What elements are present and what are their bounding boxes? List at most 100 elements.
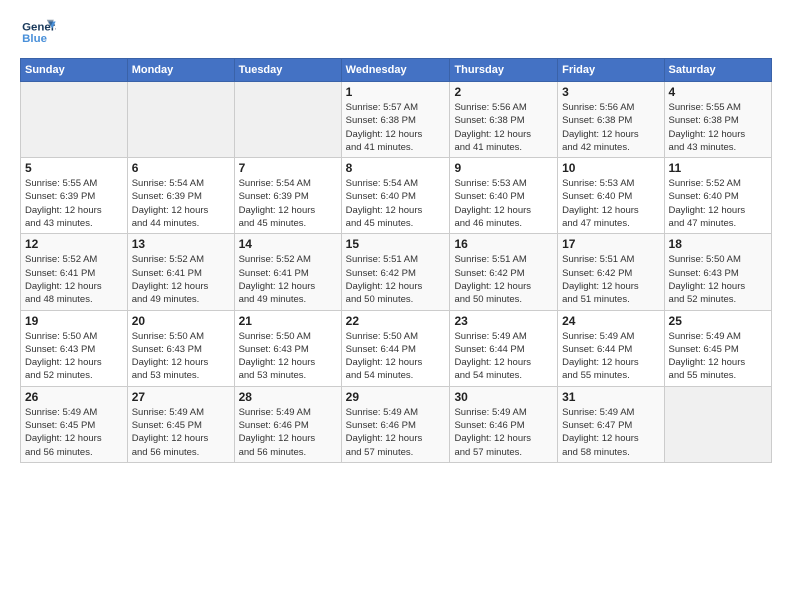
day-number: 11 xyxy=(669,161,767,175)
day-number: 29 xyxy=(346,390,446,404)
day-info: Sunrise: 5:50 AMSunset: 6:43 PMDaylight:… xyxy=(239,330,337,383)
calendar-cell: 15 Sunrise: 5:51 AMSunset: 6:42 PMDayligh… xyxy=(341,234,450,310)
day-info: Sunrise: 5:53 AMSunset: 6:40 PMDaylight:… xyxy=(562,177,659,230)
calendar-cell: 8 Sunrise: 5:54 AMSunset: 6:40 PMDaylight… xyxy=(341,158,450,234)
calendar-cell xyxy=(21,82,128,158)
day-info: Sunrise: 5:54 AMSunset: 6:39 PMDaylight:… xyxy=(132,177,230,230)
page: General Blue SundayMondayTuesdayWednesda… xyxy=(0,0,792,612)
calendar-cell: 31Sunrise: 5:49 AMSunset: 6:47 PMDayligh… xyxy=(558,386,664,462)
day-info: Sunrise: 5:52 AMSunset: 6:41 PMDaylight:… xyxy=(25,253,123,306)
day-info: Sunrise: 5:49 AMSunset: 6:47 PMDaylight:… xyxy=(562,406,659,459)
calendar-cell: 14 Sunrise: 5:52 AMSunset: 6:41 PMDayligh… xyxy=(234,234,341,310)
day-info: Sunrise: 5:49 AMSunset: 6:45 PMDaylight:… xyxy=(669,330,767,383)
day-number: 22 xyxy=(346,314,446,328)
calendar-cell xyxy=(127,82,234,158)
calendar-cell: 28Sunrise: 5:49 AMSunset: 6:46 PMDayligh… xyxy=(234,386,341,462)
calendar-cell: 1 Sunrise: 5:57 AMSunset: 6:38 PMDaylight… xyxy=(341,82,450,158)
calendar-cell: 19Sunrise: 5:50 AMSunset: 6:43 PMDayligh… xyxy=(21,310,128,386)
calendar-cell: 5 Sunrise: 5:55 AMSunset: 6:39 PMDaylight… xyxy=(21,158,128,234)
calendar-cell xyxy=(234,82,341,158)
day-info: Sunrise: 5:49 AMSunset: 6:46 PMDaylight:… xyxy=(454,406,553,459)
calendar-table: SundayMondayTuesdayWednesdayThursdayFrid… xyxy=(20,58,772,463)
calendar-cell: 12 Sunrise: 5:52 AMSunset: 6:41 PMDayligh… xyxy=(21,234,128,310)
week-row-4: 19Sunrise: 5:50 AMSunset: 6:43 PMDayligh… xyxy=(21,310,772,386)
day-info: Sunrise: 5:57 AMSunset: 6:38 PMDaylight:… xyxy=(346,101,446,154)
day-number: 9 xyxy=(454,161,553,175)
header-thursday: Thursday xyxy=(450,59,558,82)
day-number: 30 xyxy=(454,390,553,404)
day-info: Sunrise: 5:54 AMSunset: 6:39 PMDaylight:… xyxy=(239,177,337,230)
logo-icon: General Blue xyxy=(20,18,56,48)
calendar-cell: 20 Sunrise: 5:50 AMSunset: 6:43 PMDayligh… xyxy=(127,310,234,386)
day-number: 7 xyxy=(239,161,337,175)
calendar-cell: 11 Sunrise: 5:52 AMSunset: 6:40 PMDayligh… xyxy=(664,158,771,234)
day-info: Sunrise: 5:49 AMSunset: 6:45 PMDaylight:… xyxy=(132,406,230,459)
day-info: Sunrise: 5:49 AMSunset: 6:46 PMDaylight:… xyxy=(239,406,337,459)
day-number: 24 xyxy=(562,314,659,328)
header-wednesday: Wednesday xyxy=(341,59,450,82)
week-row-5: 26 Sunrise: 5:49 AMSunset: 6:45 PMDayligh… xyxy=(21,386,772,462)
day-number: 4 xyxy=(669,85,767,99)
day-number: 25 xyxy=(669,314,767,328)
day-info: Sunrise: 5:56 AMSunset: 6:38 PMDaylight:… xyxy=(562,101,659,154)
calendar-cell: 7 Sunrise: 5:54 AMSunset: 6:39 PMDaylight… xyxy=(234,158,341,234)
day-info: Sunrise: 5:52 AMSunset: 6:41 PMDaylight:… xyxy=(132,253,230,306)
calendar-cell: 18 Sunrise: 5:50 AMSunset: 6:43 PMDayligh… xyxy=(664,234,771,310)
day-number: 13 xyxy=(132,237,230,251)
logo: General Blue xyxy=(20,18,56,48)
calendar-cell: 27 Sunrise: 5:49 AMSunset: 6:45 PMDayligh… xyxy=(127,386,234,462)
day-info: Sunrise: 5:55 AMSunset: 6:38 PMDaylight:… xyxy=(669,101,767,154)
day-info: Sunrise: 5:51 AMSunset: 6:42 PMDaylight:… xyxy=(346,253,446,306)
day-number: 26 xyxy=(25,390,123,404)
calendar-cell: 22 Sunrise: 5:50 AMSunset: 6:44 PMDayligh… xyxy=(341,310,450,386)
day-info: Sunrise: 5:52 AMSunset: 6:40 PMDaylight:… xyxy=(669,177,767,230)
week-row-3: 12 Sunrise: 5:52 AMSunset: 6:41 PMDayligh… xyxy=(21,234,772,310)
calendar-cell: 17Sunrise: 5:51 AMSunset: 6:42 PMDayligh… xyxy=(558,234,664,310)
calendar-cell: 16 Sunrise: 5:51 AMSunset: 6:42 PMDayligh… xyxy=(450,234,558,310)
day-number: 5 xyxy=(25,161,123,175)
calendar-cell: 30 Sunrise: 5:49 AMSunset: 6:46 PMDayligh… xyxy=(450,386,558,462)
day-number: 20 xyxy=(132,314,230,328)
header-tuesday: Tuesday xyxy=(234,59,341,82)
day-info: Sunrise: 5:54 AMSunset: 6:40 PMDaylight:… xyxy=(346,177,446,230)
calendar-cell: 23Sunrise: 5:49 AMSunset: 6:44 PMDayligh… xyxy=(450,310,558,386)
day-number: 2 xyxy=(454,85,553,99)
day-info: Sunrise: 5:49 AMSunset: 6:44 PMDaylight:… xyxy=(562,330,659,383)
day-number: 10 xyxy=(562,161,659,175)
day-number: 17 xyxy=(562,237,659,251)
day-info: Sunrise: 5:50 AMSunset: 6:44 PMDaylight:… xyxy=(346,330,446,383)
day-info: Sunrise: 5:53 AMSunset: 6:40 PMDaylight:… xyxy=(454,177,553,230)
day-number: 18 xyxy=(669,237,767,251)
calendar-cell: 26Sunrise: 5:49 AMSunset: 6:45 PMDayligh… xyxy=(21,386,128,462)
calendar-cell: 13 Sunrise: 5:52 AMSunset: 6:41 PMDayligh… xyxy=(127,234,234,310)
calendar-cell: 9 Sunrise: 5:53 AMSunset: 6:40 PMDaylight… xyxy=(450,158,558,234)
header-row: SundayMondayTuesdayWednesdayThursdayFrid… xyxy=(21,59,772,82)
day-number: 16 xyxy=(454,237,553,251)
day-info: Sunrise: 5:51 AMSunset: 6:42 PMDaylight:… xyxy=(454,253,553,306)
calendar-cell: 24 Sunrise: 5:49 AMSunset: 6:44 PMDayligh… xyxy=(558,310,664,386)
day-number: 3 xyxy=(562,85,659,99)
header-saturday: Saturday xyxy=(664,59,771,82)
calendar-cell: 4 Sunrise: 5:55 AMSunset: 6:38 PMDaylight… xyxy=(664,82,771,158)
day-number: 1 xyxy=(346,85,446,99)
header-monday: Monday xyxy=(127,59,234,82)
day-number: 15 xyxy=(346,237,446,251)
day-info: Sunrise: 5:52 AMSunset: 6:41 PMDaylight:… xyxy=(239,253,337,306)
calendar-cell: 21 Sunrise: 5:50 AMSunset: 6:43 PMDayligh… xyxy=(234,310,341,386)
day-info: Sunrise: 5:49 AMSunset: 6:46 PMDaylight:… xyxy=(346,406,446,459)
day-number: 12 xyxy=(25,237,123,251)
day-number: 27 xyxy=(132,390,230,404)
day-number: 14 xyxy=(239,237,337,251)
header-friday: Friday xyxy=(558,59,664,82)
day-info: Sunrise: 5:55 AMSunset: 6:39 PMDaylight:… xyxy=(25,177,123,230)
calendar-cell: 6 Sunrise: 5:54 AMSunset: 6:39 PMDaylight… xyxy=(127,158,234,234)
day-info: Sunrise: 5:50 AMSunset: 6:43 PMDaylight:… xyxy=(669,253,767,306)
day-number: 8 xyxy=(346,161,446,175)
header-sunday: Sunday xyxy=(21,59,128,82)
day-number: 21 xyxy=(239,314,337,328)
day-number: 6 xyxy=(132,161,230,175)
calendar-cell: 29 Sunrise: 5:49 AMSunset: 6:46 PMDayligh… xyxy=(341,386,450,462)
day-info: Sunrise: 5:50 AMSunset: 6:43 PMDaylight:… xyxy=(132,330,230,383)
svg-text:Blue: Blue xyxy=(22,33,47,45)
day-number: 23 xyxy=(454,314,553,328)
